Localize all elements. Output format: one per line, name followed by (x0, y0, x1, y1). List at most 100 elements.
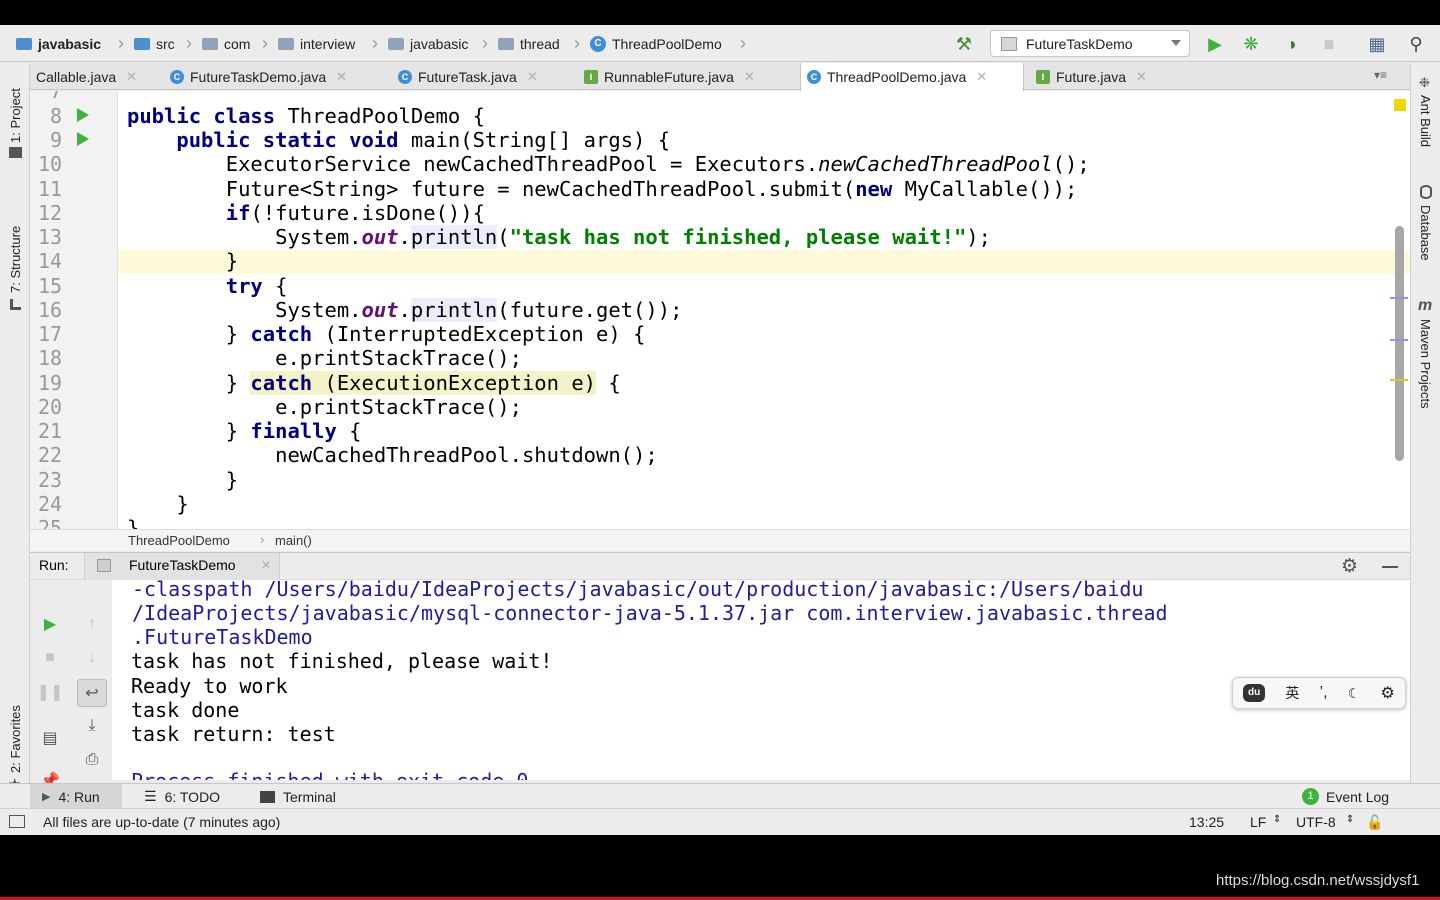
stop-icon[interactable]: ■ (1318, 33, 1340, 55)
print-icon[interactable]: ⎙ (79, 747, 105, 773)
search-icon[interactable]: ⚲ (1405, 33, 1427, 55)
class-icon: C (398, 69, 412, 84)
run-gutter-icon[interactable] (77, 108, 89, 122)
console-line: -classpath /Users/baidu/IdeaProjects/jav… (132, 580, 1144, 601)
code-line-23: } (127, 468, 239, 492)
package-icon (388, 38, 404, 50)
warning-marker-icon[interactable] (1394, 99, 1406, 111)
folder-icon (9, 147, 22, 158)
moon-icon[interactable]: ☾ (1348, 685, 1361, 702)
console-line: .FutureTaskDemo (132, 625, 313, 649)
line-number: 9 (49, 128, 62, 152)
tool-windows-toggle-icon[interactable] (9, 815, 25, 828)
close-icon[interactable]: ✕ (1136, 69, 1147, 85)
project-structure-icon[interactable]: ▦ (1366, 33, 1388, 55)
restore-layout-icon[interactable]: ▤ (37, 725, 63, 751)
line-number: 17 (38, 322, 63, 346)
structure-icon (10, 299, 21, 310)
code-line-14: } (127, 249, 239, 273)
run-gutter-icon[interactable] (77, 132, 89, 146)
maven-projects-tool-button[interactable]: Maven Projects (1418, 319, 1433, 409)
error-stripe-mark[interactable] (1390, 297, 1408, 299)
event-log-button[interactable]: 1 Event Log (1302, 784, 1389, 809)
line-number: 10 (38, 152, 63, 176)
code-editor[interactable]: 7 8 9 10 11 12 13 14 15 16 17 18 19 20 2… (30, 91, 1410, 529)
punctuation-icon[interactable]: ’, (1320, 684, 1328, 702)
run-icon[interactable]: ▶ (1204, 33, 1226, 55)
breadcrumb-thread[interactable]: thread (498, 34, 560, 54)
up-arrow-icon[interactable]: ↑ (79, 611, 105, 637)
minimize-icon[interactable] (1382, 566, 1398, 568)
close-icon[interactable]: ✕ (527, 69, 538, 85)
debug-bug-icon[interactable]: ❋ (1240, 33, 1262, 55)
list-icon: ☰ (144, 788, 157, 804)
tab-callable[interactable]: Callable.java ✕ (30, 63, 158, 90)
tab-terminal[interactable]: Terminal (260, 784, 336, 809)
ant-build-tool-button[interactable]: Ant Build (1418, 95, 1433, 147)
line-separator[interactable]: LF (1250, 814, 1266, 830)
code-line-9: public static void main(String[] args) { (127, 128, 671, 152)
close-icon[interactable]: ✕ (744, 69, 755, 85)
line-number: 8 (49, 104, 62, 128)
tab-futuretask[interactable]: C FutureTask.java ✕ (392, 63, 572, 90)
lock-icon[interactable]: 🔓 (1366, 814, 1383, 831)
breadcrumb-class[interactable]: C ThreadPoolDemo (590, 34, 722, 54)
editor-tab-bar: Callable.java ✕ C FutureTaskDemo.java ✕ C Fu… (30, 63, 1410, 91)
pause-icon[interactable]: ❚❚ (37, 679, 64, 705)
class-icon: C (590, 36, 606, 52)
close-icon[interactable]: ✕ (126, 69, 137, 85)
code-line-17: } catch (InterruptedException e) { (127, 322, 646, 346)
tab-todo[interactable]: ☰ 6: TODO (144, 784, 220, 809)
du-logo-icon[interactable]: du (1243, 684, 1266, 702)
tab-future[interactable]: I Future.java ✕ (1030, 63, 1180, 90)
file-encoding[interactable]: UTF-8 (1296, 814, 1336, 830)
database-tool-button[interactable]: Database (1418, 205, 1433, 261)
close-icon[interactable]: ✕ (336, 69, 347, 85)
rerun-icon[interactable]: ▶ (37, 611, 63, 637)
error-stripe-mark[interactable] (1390, 339, 1408, 341)
package-icon (278, 38, 294, 50)
tab-futuretaskdemo[interactable]: C FutureTaskDemo.java ✕ (164, 63, 386, 90)
package-icon (498, 38, 514, 50)
breadcrumb-method[interactable]: main() (275, 533, 312, 548)
current-line-highlight (118, 250, 1410, 274)
close-icon[interactable]: ✕ (976, 69, 987, 85)
tab-run[interactable]: ▶ 4: Run (30, 784, 122, 809)
breadcrumb-class[interactable]: ThreadPoolDemo (128, 533, 230, 548)
code-line-11: Future<String> future = newCachedThreadP… (127, 177, 1078, 201)
console-line: Ready to work (131, 674, 288, 698)
console-output[interactable]: -classpath /Users/baidu/IdeaProjects/jav… (112, 580, 1410, 780)
coverage-icon[interactable]: ◑ (1280, 33, 1302, 55)
maven-icon: m (1418, 297, 1433, 314)
down-arrow-icon[interactable]: ↓ (79, 645, 105, 671)
editor-scrollbar[interactable] (1395, 226, 1404, 461)
breadcrumb-project[interactable]: javabasic (16, 34, 101, 54)
run-configuration-select[interactable]: FutureTaskDemo (990, 30, 1190, 57)
database-icon (1420, 185, 1432, 199)
soft-wrap-icon[interactable]: ↩ (77, 679, 107, 707)
close-icon[interactable]: ✕ (261, 558, 271, 572)
favorites-tool-button[interactable]: 2: Favorites (8, 705, 23, 773)
breadcrumb-javabasic[interactable]: javabasic (388, 34, 468, 54)
tab-runnablefuture[interactable]: I RunnableFuture.java ✕ (578, 63, 796, 90)
tab-threadpooldemo[interactable]: C ThreadPoolDemo.java ✕ (800, 63, 1024, 91)
settings-gear-icon[interactable]: ⚙ (1341, 555, 1358, 578)
code-line-10: ExecutorService newCachedThreadPool = Ex… (127, 152, 1090, 176)
breadcrumb-interview[interactable]: interview (278, 34, 355, 54)
build-hammer-icon[interactable]: ⚒ (953, 33, 975, 55)
project-tool-button[interactable]: 1: Project (8, 88, 23, 143)
breadcrumb-src[interactable]: src (134, 34, 175, 54)
settings-gear-icon[interactable]: ⚙ (1381, 683, 1395, 703)
tab-list-icon[interactable]: ▾≡ (1374, 68, 1387, 82)
caret-position[interactable]: 13:25 (1189, 814, 1224, 830)
line-number: 7 (49, 91, 62, 103)
scroll-to-end-icon[interactable]: ⤓ (79, 713, 105, 739)
error-stripe-mark[interactable] (1390, 379, 1408, 381)
stop-icon[interactable]: ■ (37, 645, 63, 671)
structure-tool-button[interactable]: 7: Structure (8, 226, 23, 293)
breadcrumb-com[interactable]: com (202, 34, 250, 54)
source-folder-icon (134, 38, 150, 50)
language-toggle[interactable]: 英 (1285, 683, 1299, 703)
run-tab-futuretaskdemo[interactable]: FutureTaskDemo ✕ (84, 553, 280, 580)
chevron-right-icon: › (260, 532, 265, 547)
